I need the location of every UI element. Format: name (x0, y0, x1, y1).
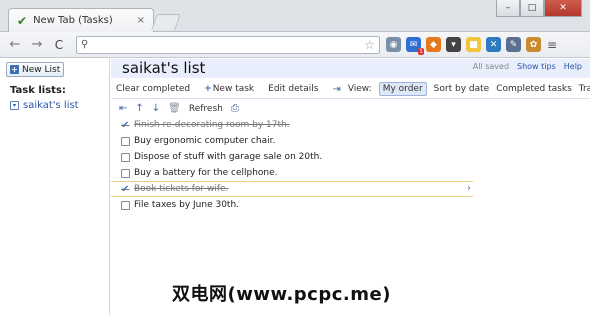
task-text[interactable]: Buy ergonomic computer chair. (134, 136, 275, 146)
help-link[interactable]: Help (564, 62, 582, 71)
maximize-button[interactable]: □ (520, 0, 544, 17)
reload-icon[interactable]: C (50, 36, 68, 54)
plus-icon: + (204, 84, 212, 94)
task-checkbox[interactable] (121, 200, 130, 210)
refresh-button[interactable]: Refresh (189, 104, 223, 114)
secondary-toolbar: ⇤ ↑ ↓ 🗑 Refresh ⎙ (111, 100, 590, 117)
page-title: saikat's list (122, 59, 206, 77)
dropper-icon[interactable]: ✎ (506, 37, 521, 52)
view-label: View: (347, 84, 372, 94)
forward-arrow-icon[interactable]: → (28, 36, 46, 54)
list-header: saikat's list All saved Show tips Help (111, 59, 590, 78)
minimize-button[interactable]: – (496, 0, 520, 17)
task-text[interactable]: Dispose of stuff with garage sale on 20t… (134, 152, 322, 162)
task-text[interactable]: Buy a battery for the cellphone. (134, 168, 278, 178)
new-list-button[interactable]: + New List (6, 62, 64, 77)
list-item-saikats-list[interactable]: ▾ saikat's list (10, 100, 79, 111)
new-tab-button[interactable] (151, 14, 181, 30)
tasks-check-icon: ✔ (17, 13, 28, 28)
task-lists-label: Task lists: (10, 85, 66, 96)
new-list-label: New List (22, 64, 61, 75)
checkmark-icon[interactable]: ✔ (121, 120, 130, 130)
left-column: + New List Task lists: ▾ saikat's list (0, 59, 110, 315)
list-name: saikat's list (23, 100, 79, 111)
task-row[interactable]: Buy a battery for the cellphone. (111, 165, 473, 181)
task-row[interactable]: ✔ Finish re-decorating room by 17th. (111, 117, 473, 133)
pocket-icon[interactable]: ▾ (446, 37, 461, 52)
checkmark-icon[interactable]: ✔ (121, 184, 130, 194)
extension-icons: ◉ ✉ 1 ◆ ▾ ■ ✕ ✎ ✿ (386, 37, 541, 55)
search-icon: ⚲ (81, 39, 89, 50)
basket-icon[interactable]: ✿ (526, 37, 541, 52)
mail-icon[interactable]: ✉ 1 (406, 37, 424, 55)
browser-toolbar: ← → C ⚲ ☆ ◉ ✉ 1 ◆ ▾ ■ ✕ ✎ ✿ ≡ (0, 32, 590, 58)
delete-icon[interactable]: 🗑 (168, 103, 181, 114)
task-checkbox[interactable] (121, 152, 130, 162)
status-links: All saved Show tips Help (473, 62, 582, 71)
my-order-button[interactable]: My order (378, 82, 427, 96)
edit-details-button[interactable]: Edit details (268, 84, 318, 94)
sort-by-date-button[interactable]: Sort by date (434, 84, 490, 94)
trash-button[interactable]: Trash (579, 84, 590, 94)
watermark: 双电网(www.pcpc.me) (172, 284, 391, 305)
completed-tasks-button[interactable]: Completed tasks (496, 84, 572, 94)
task-text[interactable]: Book tickets for wife. (134, 184, 228, 194)
list-dropdown-icon[interactable]: ▾ (10, 101, 19, 110)
mail-badge: 1 (418, 48, 424, 55)
fire-icon[interactable]: ◆ (426, 37, 441, 52)
globe-icon[interactable]: ◉ (386, 37, 401, 52)
close-window-button[interactable]: ✕ (544, 0, 582, 17)
task-list: ✔ Finish re-decorating room by 17th. Buy… (111, 117, 473, 213)
close-tab-icon[interactable]: × (137, 15, 145, 26)
actions-toolbar: Clear completed +New task Edit details ⇥… (111, 80, 590, 99)
tasks-app: + New List Task lists: ▾ saikat's list s… (0, 59, 590, 315)
menu-icon[interactable]: ≡ (547, 38, 557, 52)
task-row[interactable]: Buy ergonomic computer chair. (111, 133, 473, 149)
back-arrow-icon[interactable]: ← (6, 36, 24, 54)
task-checkbox[interactable] (121, 168, 130, 178)
task-row[interactable]: File taxes by June 30th. (111, 197, 473, 213)
address-bar[interactable]: ⚲ ☆ (76, 35, 380, 54)
chevron-right-icon[interactable]: › (467, 183, 471, 194)
x-icon[interactable]: ✕ (486, 37, 501, 52)
task-text[interactable]: Finish re-decorating room by 17th. (134, 120, 290, 130)
task-text[interactable]: File taxes by June 30th. (134, 200, 239, 210)
new-task-label: New task (212, 84, 255, 94)
print-icon[interactable]: ⎙ (231, 103, 239, 114)
outdent-icon[interactable]: ⇤ (119, 103, 127, 114)
plus-icon: + (10, 65, 19, 74)
clear-completed-button[interactable]: Clear completed (116, 84, 190, 94)
new-task-button[interactable]: +New task (204, 84, 254, 94)
save-status: All saved (472, 62, 510, 71)
move-up-icon[interactable]: ↑ (135, 103, 143, 114)
bookmark-star-icon[interactable]: ☆ (364, 38, 375, 52)
move-down-icon[interactable]: ↓ (152, 103, 160, 114)
show-tips-link[interactable]: Show tips (517, 62, 556, 71)
task-checkbox[interactable] (121, 136, 130, 146)
browser-tab[interactable]: ✔ New Tab (Tasks) × (8, 8, 154, 32)
task-row[interactable]: ✔ Book tickets for wife. › (111, 181, 473, 197)
task-row[interactable]: Dispose of stuff with garage sale on 20t… (111, 149, 473, 165)
lock-icon[interactable]: ■ (466, 37, 481, 52)
browser-titlebar: ✔ New Tab (Tasks) × – □ ✕ (0, 0, 590, 32)
window-controls: – □ ✕ (496, 0, 582, 17)
indent-icon[interactable]: ⇥ (332, 84, 340, 95)
tab-title: New Tab (Tasks) (33, 15, 113, 26)
